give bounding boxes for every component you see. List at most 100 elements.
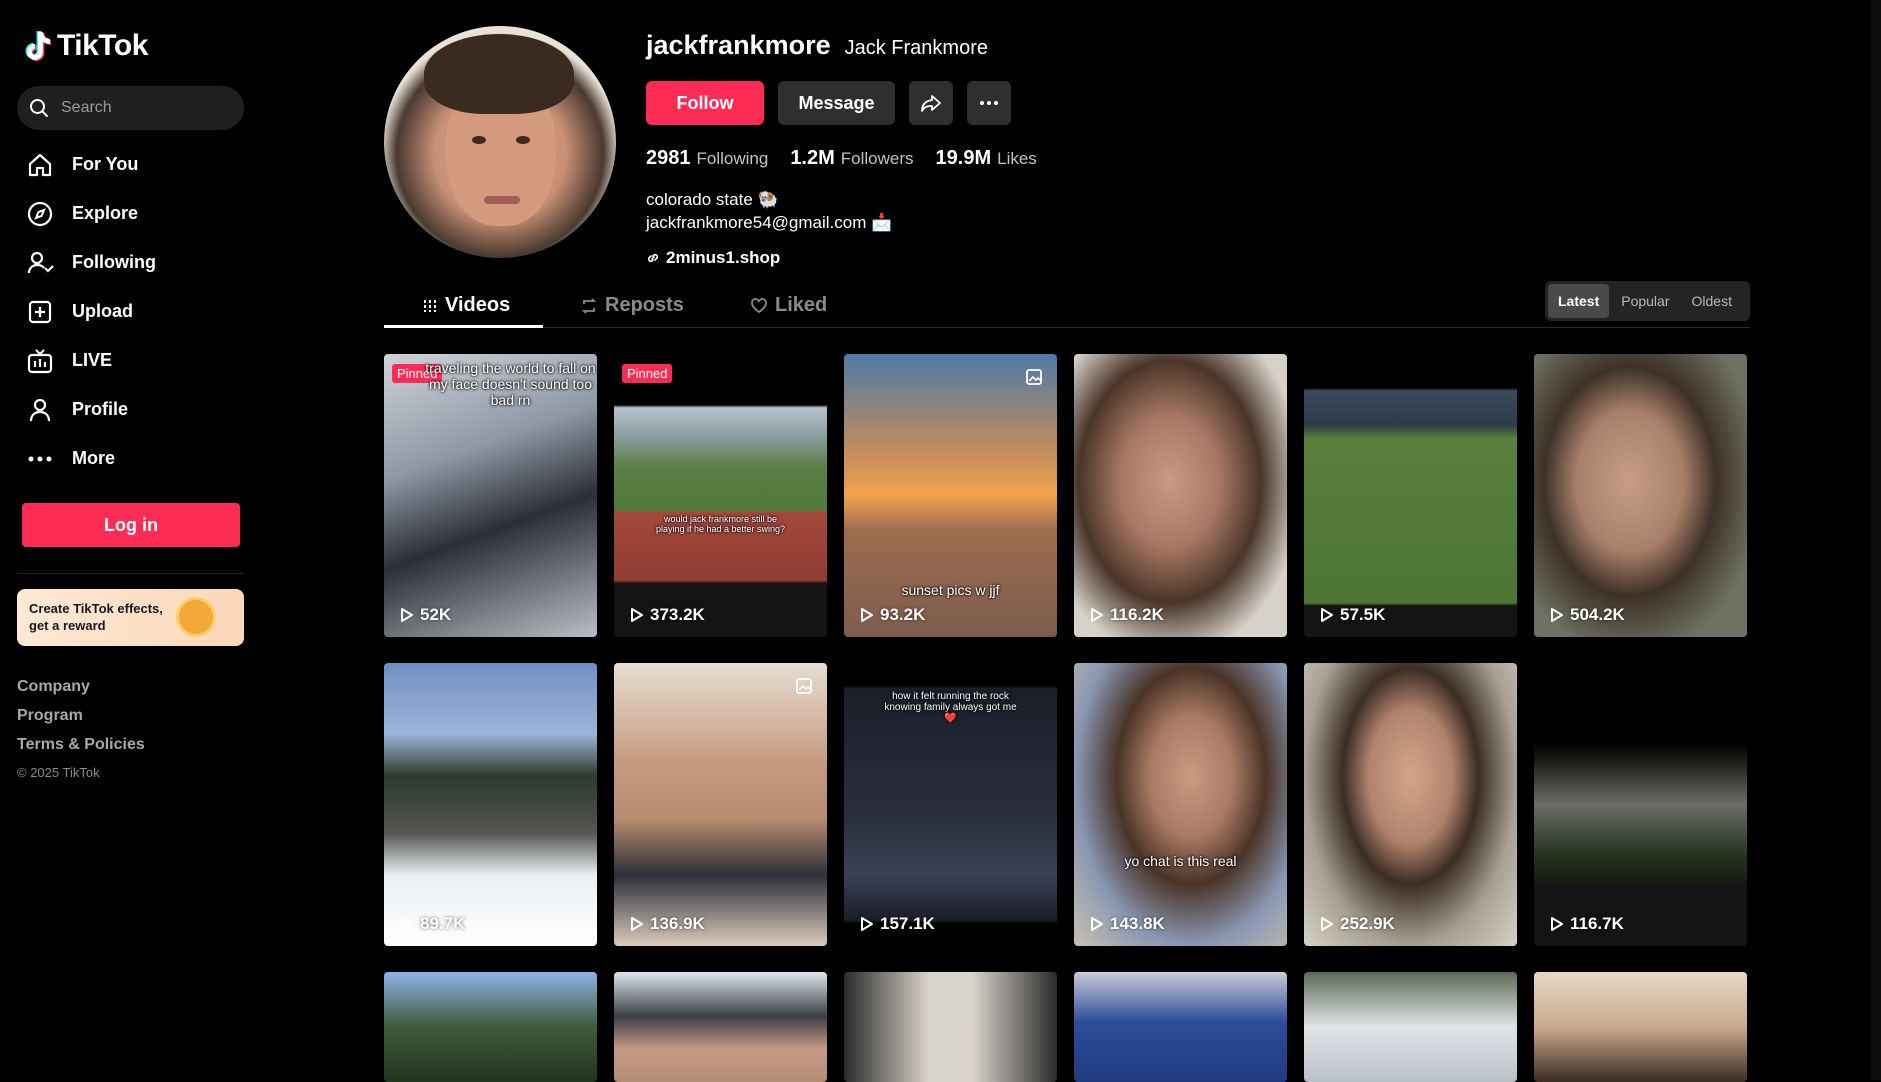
video-thumbnail [1304, 354, 1517, 637]
grid-icon [424, 299, 436, 312]
video-card[interactable]: 57.5K [1304, 354, 1517, 637]
video-card[interactable]: 116.7K [1534, 663, 1747, 946]
ellipsis-icon [980, 101, 998, 105]
avatar-mouth [484, 196, 520, 204]
tab-label: Liked [775, 294, 828, 316]
follow-button[interactable]: Follow [646, 81, 764, 125]
video-card[interactable]: Pinned traveling the world to fall on my… [384, 354, 597, 637]
video-card[interactable]: Pinned would jack frankmore still be pla… [614, 354, 827, 637]
view-count-text: 504.2K [1570, 605, 1625, 624]
nav-label: Following [72, 252, 156, 272]
video-card[interactable] [844, 972, 1057, 1082]
tiktok-logo[interactable]: TikTok [17, 28, 245, 64]
view-count-text: 89.7K [420, 914, 466, 933]
footer-company-link[interactable]: Company [17, 678, 245, 707]
bio: colorado state 🐏 jackfrankmore54@gmail.c… [646, 188, 1037, 234]
play-icon [631, 608, 643, 622]
share-button[interactable] [909, 81, 953, 125]
sort-toggle: Latest Popular Oldest [1545, 281, 1750, 321]
video-card[interactable]: 136.9K [614, 663, 827, 946]
view-count-text: 93.2K [880, 605, 926, 624]
video-thumbnail [1534, 663, 1747, 946]
nav-more[interactable]: More [17, 434, 245, 483]
video-card[interactable] [1304, 972, 1517, 1082]
footer-program-link[interactable]: Program [17, 707, 245, 736]
view-count: 157.1K [860, 914, 935, 934]
profile-icon [29, 398, 51, 421]
sort-popular[interactable]: Popular [1611, 284, 1679, 318]
repost-icon [581, 297, 597, 314]
video-thumbnail [1534, 354, 1747, 637]
live-icon [27, 348, 53, 373]
nav-live[interactable]: LIVE [17, 336, 245, 385]
video-thumbnail [1304, 972, 1517, 1082]
video-card[interactable] [1534, 972, 1747, 1082]
more-icon [28, 456, 52, 461]
following-stat[interactable]: 2981 Following [646, 147, 768, 170]
search-box[interactable] [17, 86, 244, 130]
bio-line: jackfrankmore54@gmail.com 📩 [646, 213, 893, 232]
view-count-text: 136.9K [650, 914, 705, 933]
video-card[interactable]: 116.2K [1074, 354, 1287, 637]
link-text: 2minus1.shop [666, 248, 781, 267]
sort-oldest[interactable]: Oldest [1682, 284, 1742, 318]
view-count-text: 143.8K [1110, 914, 1165, 933]
play-icon [401, 608, 413, 622]
video-card[interactable] [614, 972, 827, 1082]
video-thumbnail [384, 663, 597, 946]
video-card[interactable] [1074, 972, 1287, 1082]
tab-label: Videos [445, 294, 511, 316]
video-thumbnail [614, 663, 827, 946]
login-button[interactable]: Log in [22, 503, 240, 547]
profile-link[interactable]: 2minus1.shop [646, 248, 1037, 268]
video-card[interactable]: sunset pics w jjf 93.2K [844, 354, 1057, 637]
profile-header: jackfrankmore Jack Frankmore Follow Mess… [646, 30, 1037, 268]
view-count-text: 252.9K [1340, 914, 1395, 933]
page-scrollbar[interactable] [1871, 0, 1881, 1080]
video-card[interactable]: 252.9K [1304, 663, 1517, 946]
footer-terms-link[interactable]: Terms & Policies [17, 736, 245, 765]
video-card[interactable]: how it felt running the rock knowing fam… [844, 663, 1057, 946]
footer-links: Company Program Terms & Policies © 2025 … [17, 678, 245, 794]
share-icon [921, 95, 941, 112]
tiktok-note-icon [25, 31, 51, 61]
sort-latest[interactable]: Latest [1548, 284, 1610, 318]
video-card[interactable]: 504.2K [1534, 354, 1747, 637]
video-thumbnail [614, 972, 827, 1082]
photo-carousel-icon [1026, 369, 1042, 385]
view-count: 116.2K [1090, 605, 1164, 625]
play-icon [1321, 608, 1333, 622]
video-card[interactable] [384, 972, 597, 1082]
followers-label: Followers [840, 149, 914, 168]
nav-profile[interactable]: Profile [17, 385, 245, 434]
video-card[interactable]: yo chat is this real 143.8K [1074, 663, 1287, 946]
following-icon [27, 251, 54, 273]
more-options-button[interactable] [967, 81, 1011, 125]
effects-banner[interactable]: Create TikTok effects, get a reward [17, 589, 244, 646]
nav-for-you[interactable]: For You [17, 140, 245, 189]
message-button[interactable]: Message [778, 81, 895, 125]
search-input[interactable] [61, 99, 221, 117]
video-card[interactable]: 89.7K [384, 663, 597, 946]
nav-label: LIVE [72, 350, 113, 370]
likes-label: Likes [997, 149, 1037, 168]
play-icon [631, 917, 643, 931]
nav-following[interactable]: Following [17, 238, 245, 287]
tab-videos[interactable]: Videos [422, 283, 510, 328]
play-icon [1551, 608, 1563, 622]
video-thumbnail [384, 972, 597, 1082]
nickname: Jack Frankmore [844, 37, 988, 59]
avatar[interactable] [384, 26, 616, 258]
heart-icon [751, 297, 767, 313]
view-count-text: 52K [420, 605, 452, 624]
tab-label: Reposts [605, 294, 684, 316]
video-caption: would jack frankmore still be playing if… [655, 514, 786, 534]
video-caption: traveling the world to fall on my face d… [425, 360, 596, 408]
tab-reposts[interactable]: Reposts [580, 283, 684, 328]
view-count: 89.7K [400, 914, 465, 934]
tab-liked[interactable]: Liked [750, 283, 827, 328]
sidebar: TikTok For You Explore Following Upload … [0, 0, 262, 1080]
nav-explore[interactable]: Explore [17, 189, 245, 238]
nav-upload[interactable]: Upload [17, 287, 245, 336]
followers-stat[interactable]: 1.2M Followers [790, 147, 913, 170]
